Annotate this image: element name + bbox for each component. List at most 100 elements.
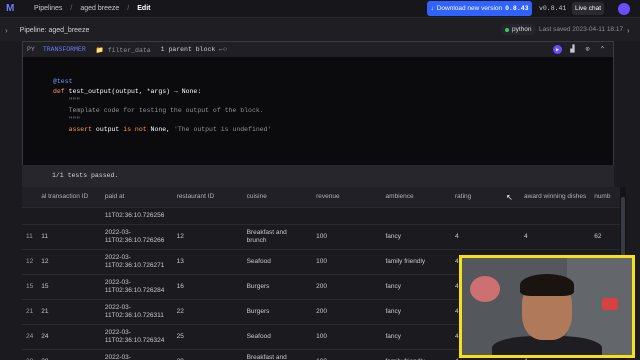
chevron-right-icon[interactable]: ›	[627, 26, 630, 35]
avatar[interactable]	[618, 3, 630, 15]
table-cell: 28	[22, 348, 38, 360]
code-text: output	[92, 125, 124, 133]
table-cell: 100	[312, 223, 382, 249]
code-string: 'The output is undefined'	[173, 125, 272, 133]
table-cell: 15	[37, 273, 101, 299]
table-cell: Burgers	[242, 273, 313, 299]
table-cell: family friendly	[381, 248, 451, 274]
code-docstring: Template code for testing the output of …	[68, 106, 264, 114]
last-saved: Last saved 2023-04-11 18:17	[539, 26, 624, 33]
table-cell: 4	[520, 223, 591, 249]
webcam-red-object	[602, 298, 618, 310]
column-header[interactable]: award winning dishes	[520, 187, 591, 207]
block-type: TRANSFORMER	[42, 46, 86, 53]
table-cell: 22	[172, 298, 243, 324]
column-header[interactable]: revenue	[312, 187, 382, 207]
breadcrumb-separator: /	[70, 5, 73, 12]
code-docstring: """	[68, 97, 81, 104]
webcam-light	[470, 276, 500, 302]
block-actions: ▶ ▟ ⊙ ⌃	[553, 45, 607, 54]
column-header	[22, 187, 38, 207]
table-cell: 2022-03-11T02:36:10.726266	[100, 223, 173, 249]
table-cell: 12	[172, 223, 243, 249]
column-header[interactable]: restaurant ID	[172, 187, 243, 207]
table-row[interactable]: 11 11 2022-03-11T02:36:10.726266 12 Breakfas…	[22, 223, 620, 249]
table-cell: 28	[37, 348, 101, 360]
pipeline-name: Pipeline: aged_breeze	[19, 26, 90, 34]
code-def: test_output(output, *args) → None:	[64, 87, 202, 95]
table-cell	[451, 206, 521, 224]
table-cell: Burgers	[242, 298, 313, 324]
table-cell: 24	[37, 323, 101, 349]
column-header[interactable]: cuisine	[242, 187, 313, 207]
mage-logo-icon[interactable]: M	[6, 3, 20, 14]
chevron-up-icon[interactable]: ⌃	[598, 45, 607, 54]
code-keyword: def	[53, 87, 65, 95]
table-cell: family friendly	[381, 348, 451, 360]
table-cell: 25	[172, 323, 243, 349]
table-cell: 13	[172, 248, 243, 274]
table-cell: Seafood	[242, 323, 313, 349]
chevron-right-icon[interactable]: ›	[5, 26, 8, 35]
scrollbar-thumb[interactable]	[621, 197, 625, 257]
table-cell: 29	[172, 348, 243, 360]
webcam-overlay	[459, 255, 635, 358]
code-keyword: is not	[123, 125, 147, 133]
table-cell	[312, 206, 382, 224]
table-cell: 11	[22, 223, 38, 249]
table-cell: 4	[451, 223, 521, 249]
chart-icon[interactable]: ▟	[568, 45, 577, 54]
table-cell: 21	[22, 298, 38, 324]
table-cell: 21	[37, 298, 101, 324]
table-cell: 100	[312, 348, 382, 360]
table-cell: fancy	[381, 323, 451, 349]
table-cell: 15	[22, 273, 38, 299]
code-keyword: assert	[68, 125, 93, 133]
table-header-row: al transaction ID paid at restaurant ID …	[22, 187, 620, 207]
table-cell: Breakfast and brunch	[242, 348, 313, 360]
download-label: Download new version	[436, 5, 503, 12]
circle-icon[interactable]: ⊙	[583, 45, 592, 54]
table-cell	[242, 206, 313, 224]
table-cell: 2022-03-11T02:36:10.726344	[100, 348, 173, 360]
table-cell: 24	[22, 323, 38, 349]
column-header[interactable]: paid at	[100, 187, 173, 207]
table-cell	[520, 206, 591, 224]
table-cell: 2022-03-11T02:36:10.726284	[100, 273, 173, 299]
breadcrumb-pipelines[interactable]: Pipelines	[34, 5, 62, 12]
download-new-version-button[interactable]: ↓ Download new version 0.8.43	[427, 1, 532, 16]
column-header[interactable]: al transaction ID	[37, 187, 101, 207]
table-row[interactable]: 11T02:36:10.726256	[22, 206, 620, 224]
webcam-person-hair	[520, 274, 574, 296]
block-language: PY	[27, 46, 35, 53]
table-cell: 11T02:36:10.726256	[100, 206, 173, 224]
table-cell: fancy	[381, 273, 451, 299]
download-icon: ↓	[430, 5, 434, 12]
code-editor[interactable]: @test def test_output(output, *args) → N…	[23, 57, 613, 134]
table-cell	[381, 206, 451, 224]
table-cell: 100	[312, 323, 382, 349]
table-cell: 12	[22, 248, 38, 274]
code-text: None,	[146, 125, 174, 133]
table-cell	[172, 206, 243, 224]
table-cell: 12	[37, 248, 101, 274]
table-cell: 200	[312, 298, 382, 324]
table-cell: Breakfast and brunch	[242, 223, 313, 249]
kernel-status-badge[interactable]: python	[501, 24, 536, 35]
live-chat-button[interactable]: Live chat	[572, 2, 604, 15]
breadcrumb-separator: /	[127, 5, 130, 12]
block-name[interactable]: 📁 filter_data	[96, 46, 151, 54]
table-cell: 11	[37, 223, 101, 249]
mouse-cursor-icon: ↖	[506, 193, 513, 202]
column-header[interactable]: numb	[590, 187, 620, 207]
status-dot-icon	[505, 27, 509, 32]
table-cell	[22, 206, 38, 224]
table-cell: Seafood	[242, 248, 313, 274]
breadcrumb-pipeline[interactable]: aged breeze	[80, 5, 119, 12]
table-cell: 200	[312, 273, 382, 299]
column-header[interactable]: ambience	[381, 187, 451, 207]
parent-blocks[interactable]: 1 parent block ←○	[161, 46, 227, 53]
table-cell: 100	[312, 248, 382, 274]
play-icon[interactable]: ▶	[553, 45, 562, 54]
block-header: PY TRANSFORMER 📁 filter_data 1 parent bl…	[23, 42, 613, 57]
